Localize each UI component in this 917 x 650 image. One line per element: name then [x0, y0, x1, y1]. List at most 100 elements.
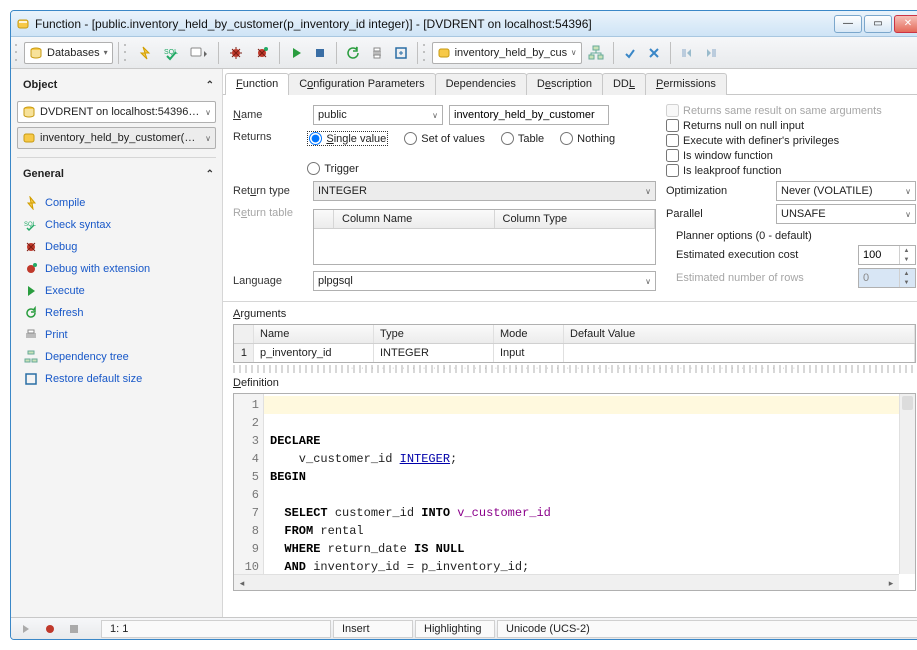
optimization-label: Optimization [666, 185, 776, 197]
titlebar: Function - [public.inventory_held_by_cus… [11, 11, 917, 37]
check-syntax-icon[interactable]: SQL [159, 42, 183, 64]
execute-link[interactable]: Execute [19, 280, 214, 302]
chk-definer[interactable]: Execute with definer's privileges [666, 133, 916, 148]
parallel-select[interactable]: UNSAFE∨ [776, 204, 916, 224]
window-title: Function - [public.inventory_held_by_cus… [35, 17, 834, 31]
restore-icon [23, 371, 39, 387]
debug-icon[interactable] [224, 42, 248, 64]
status-record-icon[interactable] [39, 618, 61, 640]
est-cost-input[interactable]: ▲▼ [858, 245, 916, 265]
function-object-selector[interactable]: inventory_held_by_customer(p_in ∨ [17, 127, 216, 149]
refresh-link[interactable]: Refresh [19, 302, 214, 324]
name-label: Name [233, 109, 313, 121]
cursor-position: 1: 1 [101, 620, 331, 638]
arguments-section: Arguments Name Type Mode Default Value 1… [223, 301, 917, 363]
printer-icon [23, 327, 39, 343]
database-selector[interactable]: DVDRENT on localhost:54396 [DV ∨ [17, 101, 216, 123]
definition-label: Definition [233, 377, 916, 389]
returns-set[interactable]: Set of values [404, 131, 485, 146]
collapse-icon[interactable]: ⌃ [206, 169, 214, 180]
code-editor[interactable]: 1234567891011 DECLARE v_customer_id INTE… [233, 393, 916, 591]
tab-function[interactable]: Function [225, 73, 289, 95]
main-pane: Function Configuration Parameters Depend… [223, 69, 917, 617]
tab-ddl[interactable]: DDL [602, 73, 646, 95]
tab-dependencies[interactable]: Dependencies [435, 73, 527, 95]
cancel-icon[interactable] [643, 42, 665, 64]
main-toolbar: Databases ▾ SQL inventory_held_by_custom… [11, 37, 917, 69]
debug-link[interactable]: Debug [19, 236, 214, 258]
planner-label: Planner options (0 - default) [676, 230, 916, 242]
name-input[interactable] [449, 105, 609, 125]
returns-single[interactable]: Single value [307, 131, 388, 146]
code-area[interactable]: DECLARE v_customer_id INTEGER; BEGIN SEL… [264, 394, 915, 590]
tab-config-params[interactable]: Configuration Parameters [288, 73, 435, 95]
return-type-select[interactable]: INTEGER∨ [313, 181, 656, 201]
bolt-icon [23, 195, 39, 211]
tab-description[interactable]: Description [526, 73, 603, 95]
debug-extension-link[interactable]: Debug with extension [19, 258, 214, 280]
statusbar: 1: 1 Insert Highlighting Unicode (UCS-2) [11, 617, 917, 639]
print-icon[interactable] [366, 42, 388, 64]
refresh-icon[interactable] [342, 42, 364, 64]
chk-null-input[interactable]: Returns null on null input [666, 118, 916, 133]
return-table-label: Return table [233, 207, 313, 219]
compile-icon[interactable] [133, 42, 157, 64]
tabbar: Function Configuration Parameters Depend… [223, 69, 917, 95]
status-play-icon[interactable] [15, 618, 37, 640]
object-section-header[interactable]: Object ⌃ [17, 75, 216, 99]
parallel-label: Parallel [666, 208, 776, 220]
est-cost-label: Estimated execution cost [676, 249, 858, 261]
dependency-tree-link[interactable]: Dependency tree [19, 346, 214, 368]
return-table: Column Name Column Type [313, 209, 656, 265]
accept-icon[interactable] [619, 42, 641, 64]
status-stop-icon[interactable] [63, 618, 85, 640]
next-icon[interactable] [700, 42, 722, 64]
window: Function - [public.inventory_held_by_cus… [10, 10, 917, 640]
restore-size-icon[interactable] [390, 42, 412, 64]
prev-icon[interactable] [676, 42, 698, 64]
collapse-icon[interactable]: ⌃ [206, 80, 214, 91]
schema-select[interactable]: public∨ [313, 105, 443, 125]
language-select[interactable]: plpgsql∨ [313, 271, 656, 291]
returns-nothing[interactable]: Nothing [560, 131, 615, 146]
chk-same-args: Returns same result on same arguments [666, 103, 916, 118]
dependency-tree-icon[interactable] [584, 42, 608, 64]
encoding: Unicode (UCS-2) [497, 620, 917, 638]
tree-icon [23, 349, 39, 365]
est-rows-input: ▲▼ [858, 268, 916, 288]
returns-label: Returns [233, 131, 307, 143]
returns-trigger[interactable]: Trigger [307, 162, 358, 175]
definition-section: Definition 1234567891011 DECLARE v_custo… [223, 375, 917, 595]
est-rows-label: Estimated number of rows [676, 272, 858, 284]
print-link[interactable]: Print [19, 324, 214, 346]
function-form: Name public∨ Returns Single value Set of… [223, 95, 917, 301]
chk-leakproof[interactable]: Is leakproof function [666, 163, 916, 178]
chk-window[interactable]: Is window function [666, 148, 916, 163]
restore-size-link[interactable]: Restore default size [19, 368, 214, 390]
arguments-label: Arguments [233, 308, 916, 320]
compile-link[interactable]: Compile [19, 192, 214, 214]
arguments-table[interactable]: Name Type Mode Default Value 1 p_invento… [233, 324, 916, 363]
general-section-header[interactable]: General ⌃ [17, 164, 216, 188]
databases-dropdown[interactable]: Databases ▾ [24, 42, 113, 64]
execute-dropdown-icon[interactable] [185, 42, 213, 64]
returns-table[interactable]: Table [501, 131, 544, 146]
table-row[interactable]: 1 p_inventory_id INTEGER Input [234, 344, 915, 362]
minimize-button[interactable]: — [834, 15, 862, 33]
debug-ext-icon[interactable] [250, 42, 274, 64]
bug-ext-icon [23, 261, 39, 277]
close-button[interactable]: ✕ [894, 15, 917, 33]
run-icon[interactable] [285, 42, 307, 64]
language-label: Language [233, 275, 313, 287]
stop-icon[interactable] [309, 42, 331, 64]
refresh-icon [23, 305, 39, 321]
splitter[interactable]: · · · · · · · · · · · · · · · · · · · · … [233, 365, 916, 373]
returns-radios: Single value Set of values Table Nothing… [307, 131, 656, 175]
optimization-select[interactable]: Never (VOLATILE)∨ [776, 181, 916, 201]
function-selector[interactable]: inventory_held_by_custom ∨ [432, 42, 582, 64]
play-icon [23, 283, 39, 299]
maximize-button[interactable]: ▭ [864, 15, 892, 33]
tab-permissions[interactable]: Permissions [645, 73, 727, 95]
check-syntax-link[interactable]: SQLCheck syntax [19, 214, 214, 236]
bug-icon [23, 239, 39, 255]
